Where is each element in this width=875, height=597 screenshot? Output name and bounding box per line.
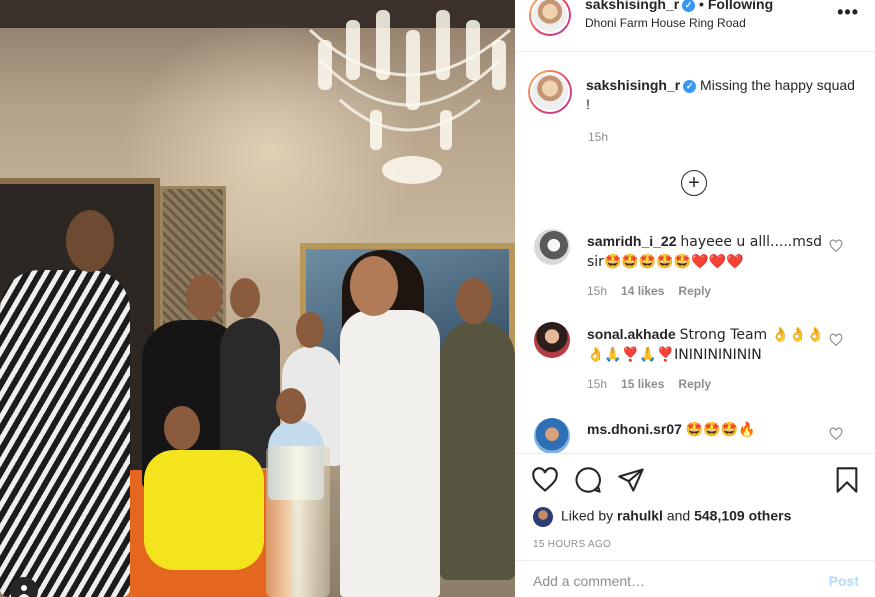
photo-person bbox=[0, 270, 130, 597]
comment: sonal.akhade Strong Team 👌👌👌👌🙏❣️🙏❣️ININI… bbox=[587, 325, 827, 365]
author-username[interactable]: sakshisingh_r bbox=[585, 0, 679, 12]
post-location[interactable]: Dhoni Farm House Ring Road bbox=[585, 16, 746, 30]
user-tag-icon[interactable] bbox=[10, 577, 38, 597]
post-actions: Liked by rahulkl and 548,109 others 15 H… bbox=[515, 453, 875, 597]
post-comment-button[interactable]: Post bbox=[829, 573, 859, 589]
person-icon bbox=[18, 585, 30, 597]
following-status[interactable]: • Following bbox=[699, 0, 773, 12]
liker-avatar[interactable] bbox=[533, 507, 553, 527]
photo-person-head bbox=[296, 312, 324, 348]
photo-person-head bbox=[66, 210, 114, 272]
liked-by-and: and bbox=[666, 507, 691, 524]
comment-meta: 15h 15 likes Reply bbox=[587, 377, 711, 391]
photo-person-head bbox=[164, 406, 200, 450]
heart-icon[interactable] bbox=[531, 466, 559, 494]
verified-badge-icon: ✓ bbox=[682, 0, 696, 12]
reply-button[interactable]: Reply bbox=[678, 284, 711, 298]
post-header: sakshisingh_r ✓ • Following Dhoni Farm Ho… bbox=[515, 0, 875, 52]
comment-meta: 15h 14 likes Reply bbox=[587, 284, 711, 298]
comment-username[interactable]: sonal.akhade bbox=[587, 326, 676, 342]
comment-input[interactable] bbox=[533, 573, 803, 589]
comment-likes[interactable]: 15 likes bbox=[621, 377, 664, 391]
caption-username[interactable]: sakshisingh_r bbox=[586, 77, 680, 93]
comment-icon[interactable] bbox=[574, 466, 602, 494]
plus-icon: + bbox=[688, 172, 700, 194]
caption-time[interactable]: 15h bbox=[588, 130, 608, 144]
caption-author-avatar[interactable] bbox=[528, 70, 572, 114]
photo-chandelier bbox=[308, 10, 511, 184]
photo-person bbox=[440, 320, 515, 580]
photo-person-head bbox=[350, 256, 398, 316]
liked-by-prefix: Liked by bbox=[561, 507, 614, 524]
post-caption: sakshisingh_r ✓ Missing the happy squad ! bbox=[586, 76, 856, 114]
comment-heart-icon[interactable] bbox=[829, 239, 843, 253]
liked-by-user[interactable]: rahulkl bbox=[617, 508, 663, 524]
comment-time[interactable]: 15h bbox=[587, 284, 607, 298]
photo-person-head bbox=[456, 278, 492, 324]
commenter-avatar[interactable] bbox=[534, 229, 570, 265]
reply-button[interactable]: Reply bbox=[678, 377, 711, 391]
post-timestamp[interactable]: 15 HOURS AGO bbox=[533, 539, 611, 550]
comment-username[interactable]: samridh_i_22 bbox=[587, 233, 677, 249]
load-more-comments-button[interactable]: + bbox=[681, 170, 707, 196]
comment-likes[interactable]: 14 likes bbox=[621, 284, 664, 298]
verified-badge-icon: ✓ bbox=[683, 79, 697, 93]
comment-username[interactable]: ms.dhoni.sr07 bbox=[587, 421, 682, 437]
author-line: sakshisingh_r ✓ • Following bbox=[585, 0, 773, 12]
comment-time[interactable]: 15h bbox=[587, 377, 607, 391]
commenter-avatar[interactable] bbox=[534, 418, 570, 454]
photo-glass-lamp bbox=[266, 446, 330, 597]
comment: ms.dhoni.sr07 🤩🤩🤩🔥 bbox=[587, 420, 827, 440]
liked-by-row: Liked by rahulkl and 548,109 others bbox=[533, 507, 791, 527]
liked-by-count[interactable]: 548,109 others bbox=[694, 508, 791, 524]
more-options-icon[interactable]: ••• bbox=[837, 2, 859, 22]
post-side-panel: sakshisingh_r ✓ • Following Dhoni Farm Ho… bbox=[515, 0, 875, 597]
post-photo[interactable] bbox=[0, 0, 515, 597]
share-icon[interactable] bbox=[617, 466, 645, 494]
author-avatar[interactable] bbox=[529, 0, 571, 36]
comment: samridh_i_22 hayeee u alll.....msd sir🤩🤩… bbox=[587, 232, 827, 272]
comment-heart-icon[interactable] bbox=[829, 427, 843, 441]
photo-child-head bbox=[276, 388, 306, 424]
photo-person-head bbox=[186, 274, 222, 320]
commenter-avatar[interactable] bbox=[534, 322, 570, 358]
photo-person bbox=[340, 310, 440, 597]
comment-box: Post bbox=[515, 560, 875, 597]
bookmark-icon[interactable] bbox=[833, 466, 861, 494]
comment-text: 🤩🤩🤩🔥 bbox=[685, 422, 756, 438]
photo-person-head bbox=[230, 278, 260, 318]
comment-heart-icon[interactable] bbox=[829, 333, 843, 347]
photo-seated-person bbox=[144, 450, 264, 570]
